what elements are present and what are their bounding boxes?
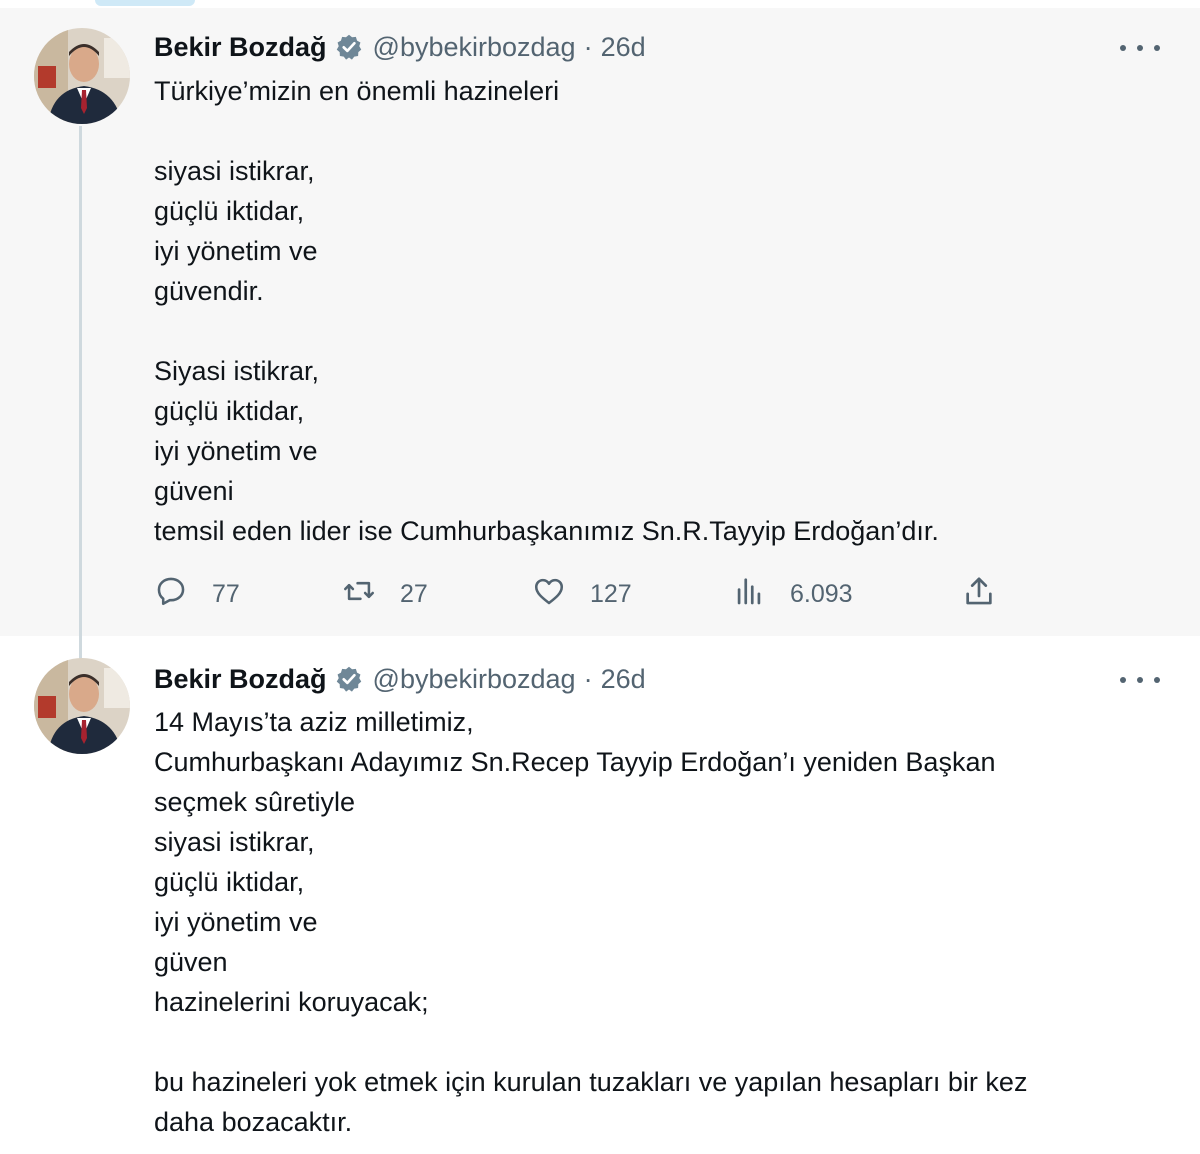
tweet-header: Bekir Bozdağ @bybekirbozdag · 26d [154, 30, 646, 64]
tweet-2[interactable]: Bekir Bozdağ @bybekirbozdag · 26d 14 May… [0, 636, 1200, 1154]
author-avatar[interactable] [34, 658, 130, 754]
retweet-button[interactable]: 27 [342, 574, 428, 614]
tweet-text: 14 Mayıs’ta aziz milletimiz, Cumhurbaşka… [154, 707, 1028, 1137]
tweet-1[interactable]: Bekir Bozdağ @bybekirbozdag · 26d Türkiy… [0, 8, 1200, 636]
verified-badge-icon [335, 665, 363, 693]
tweet-header: Bekir Bozdağ @bybekirbozdag · 26d [154, 662, 646, 696]
header-separator: · [583, 31, 593, 62]
share-icon [962, 574, 996, 615]
retweet-count: 27 [400, 579, 428, 608]
more-dots-icon[interactable] [1120, 33, 1160, 63]
author-avatar[interactable] [34, 28, 130, 124]
verified-badge-icon [335, 33, 363, 61]
retweet-icon [342, 574, 376, 615]
like-button[interactable]: 127 [532, 574, 632, 614]
thread-connector-line [79, 126, 82, 660]
like-icon [532, 574, 566, 615]
more-dots-icon[interactable] [1120, 665, 1160, 695]
top-accent-bar [95, 0, 195, 6]
share-button[interactable] [962, 574, 996, 614]
author-name[interactable]: Bekir Bozdağ [154, 32, 327, 63]
reply-button[interactable]: 77 [154, 574, 240, 614]
views-count: 6.093 [790, 579, 853, 608]
author-name[interactable]: Bekir Bozdağ [154, 664, 327, 695]
author-handle[interactable]: @bybekirbozdag [373, 664, 576, 695]
like-count: 127 [590, 579, 632, 608]
views-button[interactable]: 6.093 [732, 574, 853, 614]
tweet-actions: 77 27 127 6.093 [154, 574, 1014, 614]
views-icon [732, 574, 766, 615]
author-handle[interactable]: @bybekirbozdag [373, 32, 576, 63]
top-strip [0, 0, 1200, 8]
twitter-thread-view: Bekir Bozdağ @bybekirbozdag · 26d Türkiy… [0, 0, 1200, 1154]
tweet-timestamp[interactable]: 26d [601, 32, 646, 63]
reply-count: 77 [212, 579, 240, 608]
reply-icon [154, 574, 188, 615]
header-separator: · [583, 663, 593, 694]
tweet-text: Türkiye’mizin en önemli hazineleri siyas… [154, 76, 939, 546]
tweet-timestamp[interactable]: 26d [601, 664, 646, 695]
